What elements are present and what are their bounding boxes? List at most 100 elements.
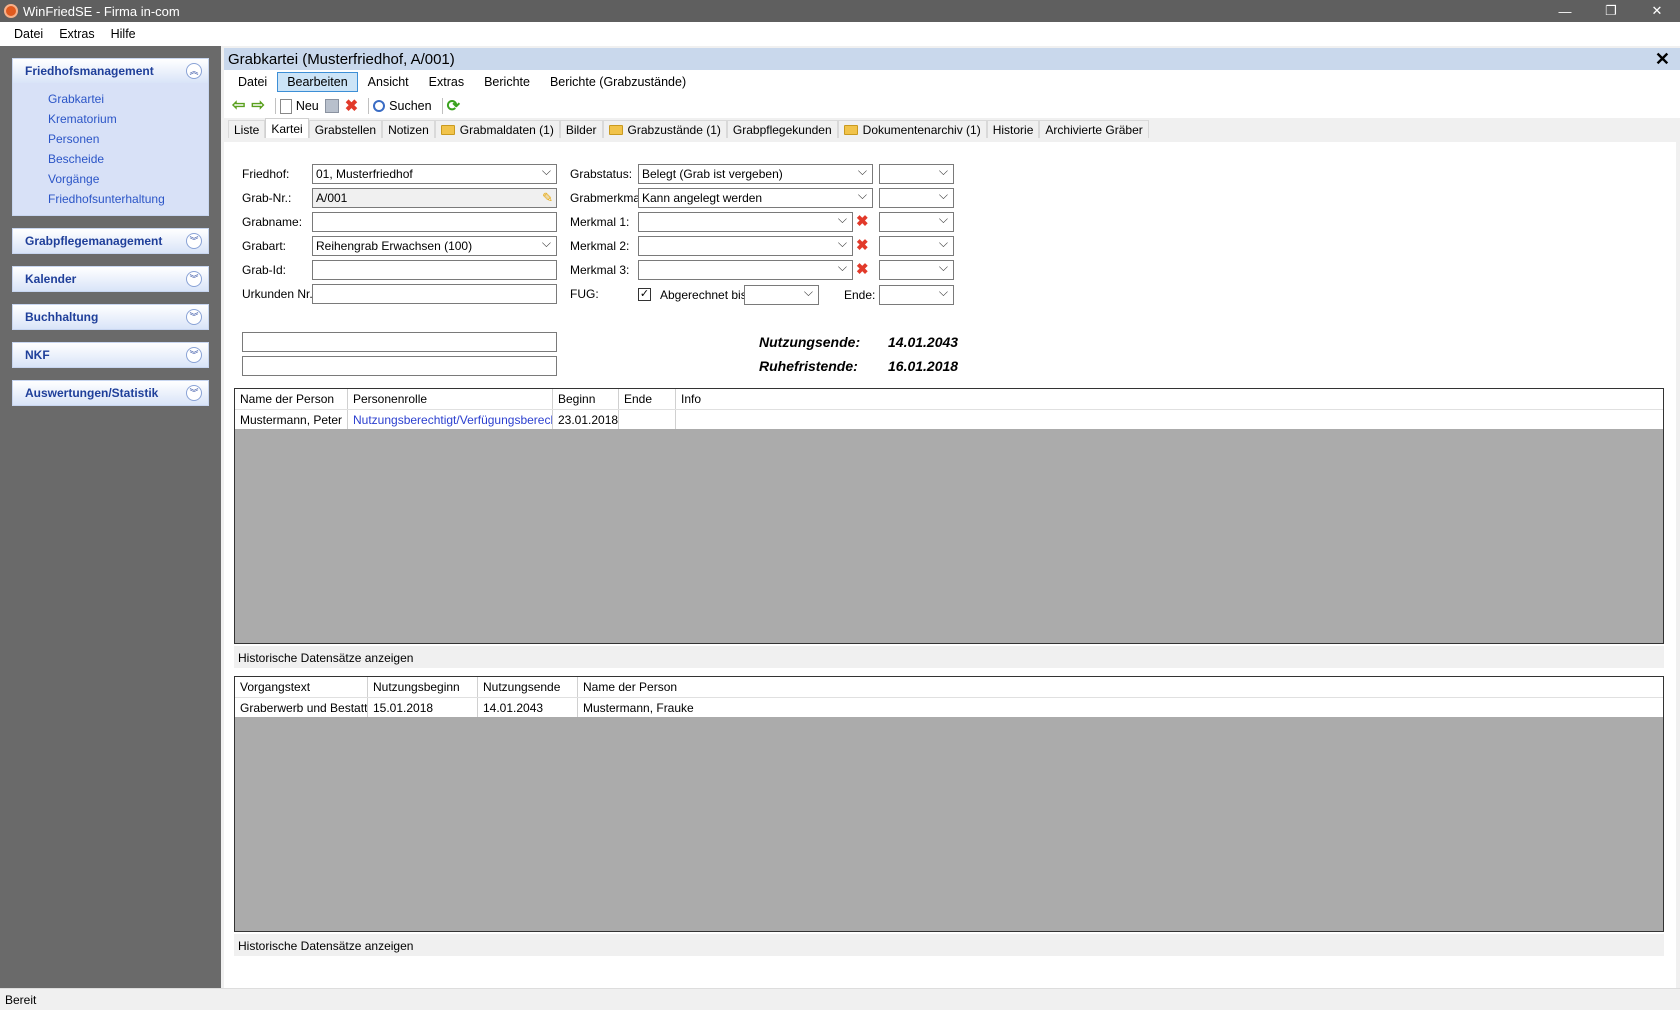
close-window-button[interactable]: ✕: [1634, 0, 1680, 22]
grabart-label: Grabart:: [242, 239, 287, 253]
restore-button[interactable]: ❐: [1588, 0, 1634, 22]
friedhof-select[interactable]: 01, Musterfriedhof: [312, 164, 557, 184]
tab-bilder[interactable]: Bilder: [559, 120, 603, 138]
friedhof-label: Friedhof:: [242, 167, 290, 181]
table-row[interactable]: Mustermann, Peter Nutzungsberechtigt/Ver…: [235, 409, 1663, 429]
menu-datei[interactable]: Datei: [6, 27, 51, 41]
historische-datensaetze-toggle-2[interactable]: Historische Datensätze anzeigen: [234, 934, 1664, 956]
merkmal2-extra-select[interactable]: [879, 236, 954, 256]
minimize-button[interactable]: —: [1542, 0, 1588, 22]
grabnr-value: A/001: [316, 191, 348, 205]
nav-header-friedhofsmanagement[interactable]: Friedhofsmanagement ︽: [13, 59, 208, 83]
doc-menu-datei[interactable]: Datei: [228, 72, 277, 92]
sidebar-item-friedhofsunterhaltung[interactable]: Friedhofsunterhaltung: [13, 189, 208, 209]
nav-header-auswertungen[interactable]: Auswertungen/Statistik ︾: [13, 381, 208, 405]
refresh-icon[interactable]: ⟳: [447, 96, 460, 116]
merkmal2-select[interactable]: [638, 236, 853, 256]
sidebar-item-grabkartei[interactable]: Grabkartei: [13, 89, 208, 109]
doc-menu-ansicht[interactable]: Ansicht: [358, 72, 419, 92]
merkmal1-extra-select[interactable]: [879, 212, 954, 232]
sidebar-item-vorgaenge[interactable]: Vorgänge: [13, 169, 208, 189]
tab-grabmaldaten[interactable]: Grabmaldaten (1): [434, 120, 560, 138]
doc-menu-extras[interactable]: Extras: [419, 72, 474, 92]
historische-datensaetze-toggle-1[interactable]: Historische Datensätze anzeigen: [234, 646, 1664, 668]
tab-archivierte-graeber[interactable]: Archivierte Gräber: [1039, 120, 1149, 138]
delete-icon[interactable]: ✖: [345, 96, 358, 116]
merkmal1-select[interactable]: [638, 212, 853, 232]
tab-grabstellen[interactable]: Grabstellen: [308, 120, 383, 138]
back-arrow-icon[interactable]: ⇦: [232, 98, 245, 114]
grabnr-label: Grab-Nr.:: [242, 191, 292, 205]
grabmerkmal-select[interactable]: Kann angelegt werden: [638, 188, 873, 208]
column-header[interactable]: Nutzungsbeginn: [368, 677, 478, 697]
grabart-select[interactable]: Reihengrab Erwachsen (100): [312, 236, 557, 256]
save-button[interactable]: [324, 99, 339, 113]
pencil-icon[interactable]: ✎: [542, 190, 553, 206]
clear-merkmal2-icon[interactable]: ✖: [856, 236, 869, 254]
nav-header-grabpflegemanagement[interactable]: Grabpflegemanagement ︾: [13, 229, 208, 253]
nav-header-kalender[interactable]: Kalender ︾: [13, 267, 208, 291]
grabnr-field[interactable]: A/001 ✎: [312, 188, 557, 208]
column-header[interactable]: Name der Person: [578, 677, 1663, 697]
search-button[interactable]: Suchen: [373, 99, 432, 113]
ende-select[interactable]: [879, 285, 954, 305]
column-header[interactable]: Beginn: [553, 389, 619, 409]
table-cell-link[interactable]: Nutzungsberechtigt/Verfügungsberechtigt: [348, 410, 553, 429]
abgerechnet-select[interactable]: [744, 285, 819, 305]
column-header[interactable]: Ende: [619, 389, 676, 409]
free-text-input-2[interactable]: [242, 356, 557, 376]
tab-label: Grabzustände (1): [627, 122, 721, 137]
grabstatus-extra-select[interactable]: [879, 164, 954, 184]
nav-header-label: Buchhaltung: [25, 310, 99, 324]
ende-label: Ende:: [844, 288, 876, 302]
free-text-input-1[interactable]: [242, 332, 557, 352]
merkmal3-extra-select[interactable]: [879, 260, 954, 280]
column-header[interactable]: Vorgangstext: [235, 677, 368, 697]
nav-header-buchhaltung[interactable]: Buchhaltung ︾: [13, 305, 208, 329]
collapse-icon[interactable]: ︽: [186, 63, 202, 79]
new-button[interactable]: Neu: [279, 98, 319, 114]
sidebar-item-personen[interactable]: Personen: [13, 129, 208, 149]
grabmerkmal-extra-select[interactable]: [879, 188, 954, 208]
fug-checkbox[interactable]: ✓: [638, 288, 651, 301]
grabstatus-select[interactable]: Belegt (Grab ist vergeben): [638, 164, 873, 184]
expand-icon[interactable]: ︾: [186, 271, 202, 287]
tab-grabzustaende[interactable]: Grabzustände (1): [602, 120, 727, 138]
grabid-input[interactable]: [312, 260, 557, 280]
tab-notizen[interactable]: Notizen: [382, 120, 435, 138]
tab-historie[interactable]: Historie: [986, 120, 1040, 138]
sidebar-item-krematorium[interactable]: Krematorium: [13, 109, 208, 129]
nav-header-nkf[interactable]: NKF ︾: [13, 343, 208, 367]
menu-hilfe[interactable]: Hilfe: [103, 27, 144, 41]
clear-merkmal1-icon[interactable]: ✖: [856, 212, 869, 230]
column-header[interactable]: Info: [676, 389, 1663, 409]
expand-icon[interactable]: ︾: [186, 385, 202, 401]
nav-group-auswertungen: Auswertungen/Statistik ︾: [12, 380, 209, 406]
forward-arrow-icon[interactable]: ⇨: [251, 98, 264, 114]
doc-menu-bearbeiten[interactable]: Bearbeiten: [277, 72, 358, 92]
urkunden-input[interactable]: [312, 284, 557, 304]
menu-extras[interactable]: Extras: [51, 27, 102, 41]
column-header[interactable]: Name der Person: [235, 389, 348, 409]
table-row[interactable]: Graberwerb und Bestattung 15.01.2018 14.…: [235, 697, 1663, 717]
doc-menu-berichte[interactable]: Berichte: [474, 72, 540, 92]
grabname-input[interactable]: [312, 212, 557, 232]
grabname-label: Grabname:: [242, 215, 303, 229]
new-document-icon: [279, 98, 292, 114]
clear-merkmal3-icon[interactable]: ✖: [856, 260, 869, 278]
tab-dokumentenarchiv[interactable]: Dokumentenarchiv (1): [837, 120, 987, 138]
doc-menu-berichte-grabzustaende[interactable]: Berichte (Grabzustände): [540, 72, 696, 92]
tab-kartei[interactable]: Kartei: [265, 118, 309, 138]
toolbar-separator: [441, 98, 443, 114]
expand-icon[interactable]: ︾: [186, 347, 202, 363]
expand-icon[interactable]: ︾: [186, 309, 202, 325]
merkmal3-select[interactable]: [638, 260, 853, 280]
tab-liste[interactable]: Liste: [228, 120, 266, 138]
tab-grabpflegekunden[interactable]: Grabpflegekunden: [726, 120, 838, 138]
column-header[interactable]: Nutzungsende: [478, 677, 578, 697]
column-header[interactable]: Personenrolle: [348, 389, 553, 409]
sidebar-item-bescheide[interactable]: Bescheide: [13, 149, 208, 169]
expand-icon[interactable]: ︾: [186, 233, 202, 249]
close-document-button[interactable]: ✕: [1655, 49, 1670, 70]
nav-group-nkf: NKF ︾: [12, 342, 209, 368]
